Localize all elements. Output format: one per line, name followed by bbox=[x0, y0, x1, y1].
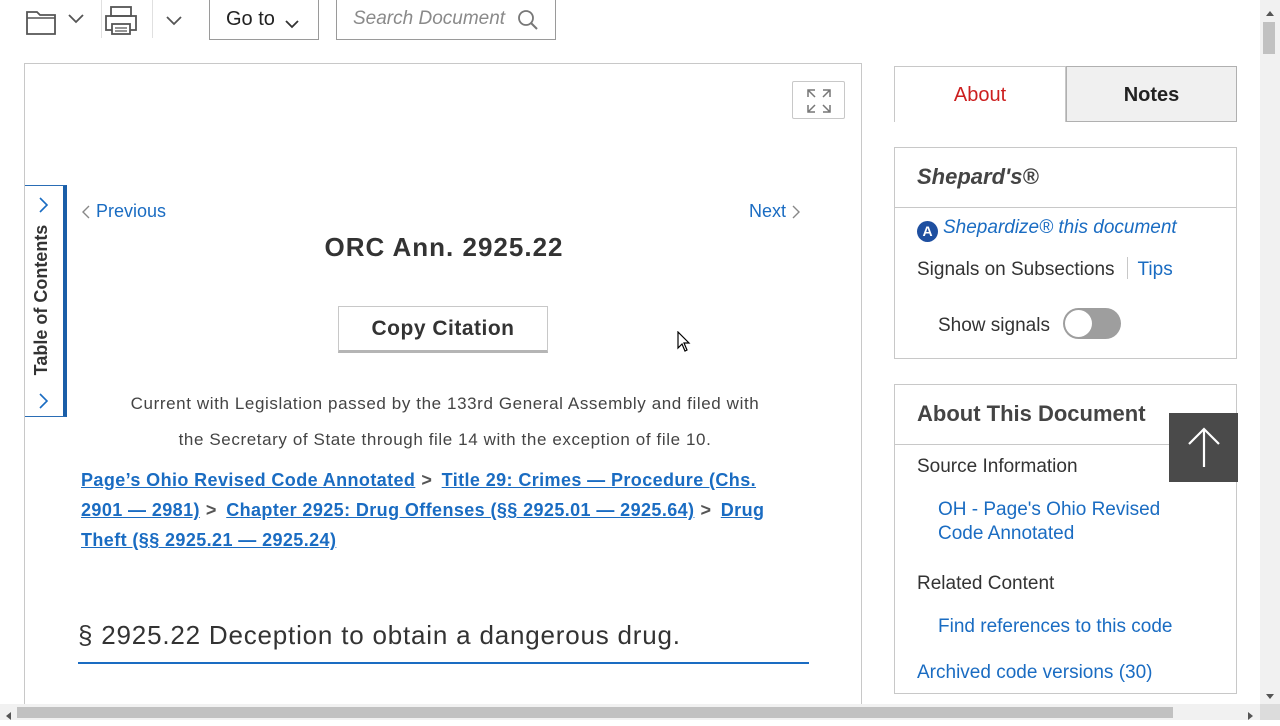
goto-label: Go to bbox=[226, 8, 275, 30]
printer-icon[interactable] bbox=[104, 4, 138, 43]
chevron-right-icon bbox=[792, 205, 801, 219]
horizontal-scrollbar[interactable] bbox=[0, 704, 1260, 720]
toggle-knob bbox=[1065, 310, 1092, 337]
breadcrumb-separator: > bbox=[700, 500, 712, 520]
document-title: ORC Ann. 2925.22 bbox=[324, 232, 564, 262]
folder-icon[interactable] bbox=[25, 6, 59, 41]
chevron-down-icon[interactable] bbox=[67, 12, 85, 30]
currency-line: the Secretary of State through file 14 w… bbox=[178, 430, 712, 449]
find-references-link[interactable]: Find references to this code bbox=[938, 615, 1208, 639]
next-link[interactable]: Next bbox=[749, 201, 801, 222]
scroll-to-top-button[interactable] bbox=[1169, 413, 1238, 482]
source-information-link[interactable]: OH - Page's Ohio Revised Code Annotated bbox=[938, 498, 1208, 546]
expand-button[interactable] bbox=[792, 81, 845, 119]
signals-label: Signals on Subsections bbox=[917, 259, 1115, 280]
chevron-down-icon bbox=[284, 13, 300, 36]
previous-label: Previous bbox=[96, 201, 167, 221]
scrollbar-corner bbox=[1260, 704, 1280, 720]
shepardize-label: Shepardize® this document bbox=[943, 217, 1177, 238]
shepardize-link[interactable]: A Shepardize® this document bbox=[917, 217, 1177, 242]
table-of-contents-tab[interactable]: Table of Contents bbox=[25, 185, 67, 417]
shepards-header: Shepard's® bbox=[895, 148, 1236, 208]
breadcrumb: Page’s Ohio Revised Code Annotated > Titl… bbox=[81, 465, 801, 555]
show-signals-label: Show signals bbox=[938, 315, 1050, 336]
scroll-right-arrow-icon[interactable] bbox=[1247, 708, 1255, 726]
breadcrumb-link-chapter[interactable]: Chapter 2925: Drug Offenses (§§ 2925.01 … bbox=[226, 500, 694, 520]
document-panel: Table of Contents Previous Next ORC Ann.… bbox=[24, 63, 862, 708]
mouse-cursor-icon bbox=[677, 331, 691, 352]
chevron-down-icon[interactable] bbox=[165, 14, 183, 32]
chevron-left-icon bbox=[82, 205, 90, 219]
shepards-badge-icon: A bbox=[917, 221, 938, 242]
shepards-card: Shepard's® A Shepardize® this document Si… bbox=[894, 147, 1237, 359]
copy-citation-button[interactable]: Copy Citation bbox=[338, 306, 548, 353]
archived-versions-link[interactable]: Archived code versions (30) bbox=[917, 662, 1153, 684]
vertical-scrollbar-thumb[interactable] bbox=[1263, 22, 1275, 54]
search-input[interactable] bbox=[351, 7, 515, 31]
previous-link[interactable]: Previous bbox=[81, 201, 166, 222]
currency-line: Current with Legislation passed by the 1… bbox=[130, 394, 760, 413]
signals-row: Signals on Subsections Tips bbox=[917, 257, 1173, 281]
next-label: Next bbox=[749, 201, 787, 221]
horizontal-scrollbar-thumb[interactable] bbox=[17, 707, 1173, 718]
breadcrumb-link-code[interactable]: Page’s Ohio Revised Code Annotated bbox=[81, 470, 415, 490]
tips-link[interactable]: Tips bbox=[1138, 259, 1173, 280]
source-information-label: Source Information bbox=[917, 456, 1078, 477]
divider bbox=[1126, 257, 1128, 279]
toolbar: Go to bbox=[0, 0, 1260, 46]
section-heading: § 2925.22 Deception to obtain a dangerou… bbox=[78, 620, 809, 664]
tab-notes[interactable]: Notes bbox=[1066, 66, 1237, 122]
related-content-label: Related Content bbox=[917, 573, 1055, 594]
arrow-up-icon bbox=[1188, 427, 1220, 467]
scroll-up-arrow-icon[interactable] bbox=[1265, 4, 1275, 22]
tab-about[interactable]: About bbox=[894, 66, 1066, 122]
sidebar-tabs: About Notes bbox=[894, 66, 1237, 122]
goto-dropdown[interactable]: Go to bbox=[209, 0, 319, 40]
vertical-scrollbar[interactable] bbox=[1260, 0, 1280, 704]
toolbar-divider bbox=[152, 0, 153, 38]
toolbar-divider bbox=[101, 0, 102, 38]
chevron-right-icon bbox=[38, 392, 50, 415]
currency-statement: Current with Legislation passed by the 1… bbox=[80, 386, 810, 458]
expand-icon bbox=[807, 89, 831, 113]
breadcrumb-separator: > bbox=[421, 470, 433, 490]
search-box bbox=[336, 0, 556, 40]
scroll-left-arrow-icon[interactable] bbox=[4, 708, 12, 726]
breadcrumb-separator: > bbox=[205, 500, 217, 520]
search-icon[interactable] bbox=[517, 9, 539, 36]
show-signals-toggle[interactable] bbox=[1063, 308, 1121, 339]
